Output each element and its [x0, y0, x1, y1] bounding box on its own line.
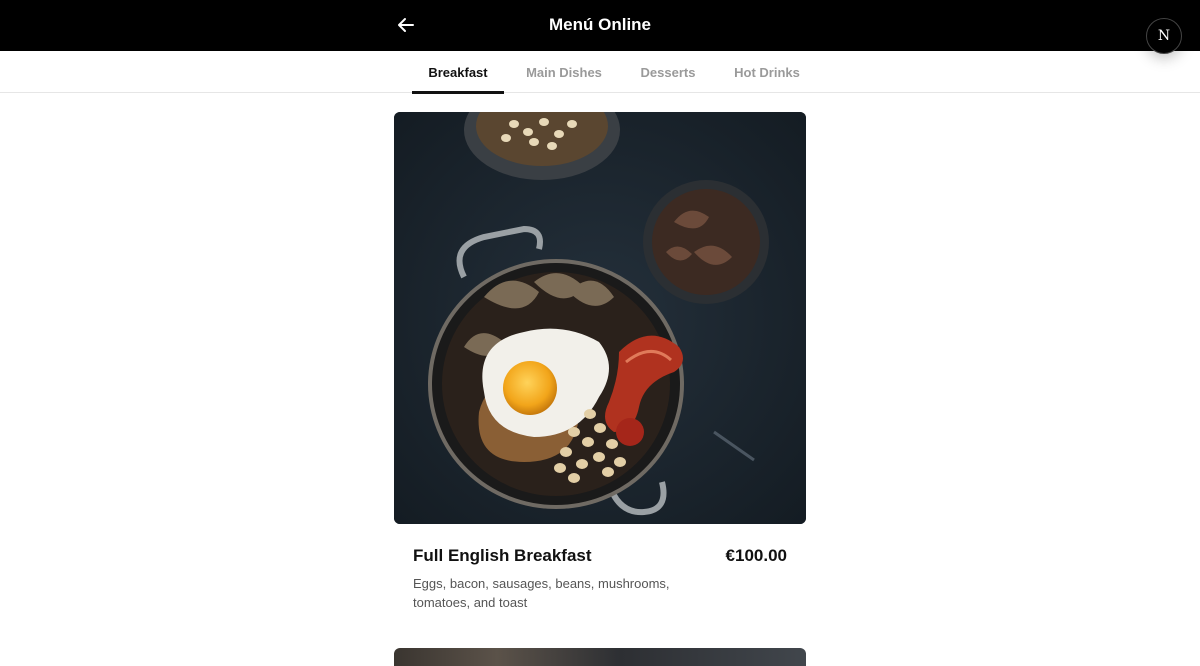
item-description: Eggs, bacon, sausages, beans, mushrooms,… [413, 576, 670, 610]
next-menu-item-image[interactable] [394, 648, 806, 666]
tab-desserts[interactable]: Desserts [632, 51, 704, 93]
menu-item-image[interactable] [394, 112, 806, 524]
item-price: €100.00 [725, 546, 787, 565]
category-tabs: Breakfast Main Dishes Desserts Hot Drink… [0, 51, 1200, 94]
top-bar: Menú Online [0, 0, 1200, 51]
tab-breakfast[interactable]: Breakfast [412, 51, 504, 94]
item-name: Full English Breakfast [413, 546, 592, 565]
page-title: Menú Online [549, 15, 651, 34]
n-badge-button[interactable]: N [1146, 18, 1182, 54]
tab-main-dishes[interactable]: Main Dishes [520, 51, 608, 93]
tab-hot-drinks[interactable]: Hot Drinks [726, 51, 808, 93]
